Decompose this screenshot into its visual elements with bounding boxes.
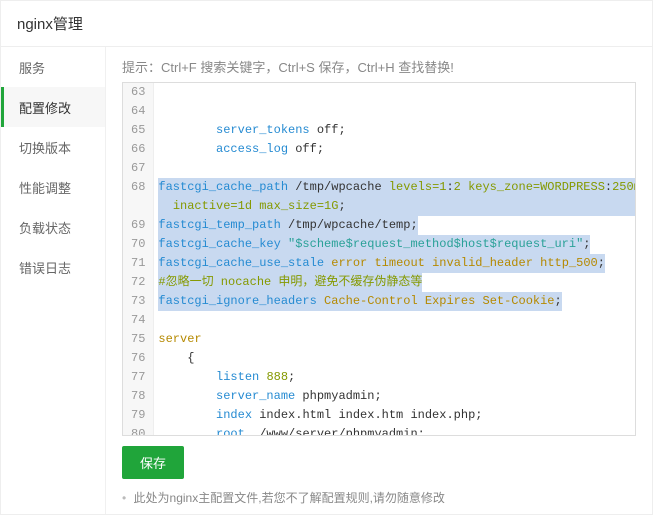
sidebar-item[interactable]: 负载状态: [1, 207, 105, 247]
code-line[interactable]: [158, 159, 636, 178]
line-number-gutter: 63646566676869707172737475767778798081: [123, 83, 154, 436]
page-title: nginx管理: [1, 1, 652, 47]
hint-text: 提示：Ctrl+F 搜索关键字，Ctrl+S 保存，Ctrl+H 查找替换!: [122, 57, 636, 76]
code-line[interactable]: {: [158, 349, 636, 368]
code-area[interactable]: server_tokens off; access_log off; fastcg…: [154, 83, 636, 436]
code-line[interactable]: [158, 102, 636, 121]
code-line[interactable]: [158, 311, 636, 330]
code-line[interactable]: server: [158, 330, 636, 349]
sidebar-item[interactable]: 错误日志: [1, 247, 105, 287]
code-line[interactable]: inactive=1d max_size=1G;: [158, 197, 636, 216]
code-line[interactable]: server_name phpmyadmin;: [158, 387, 636, 406]
code-line[interactable]: #忽略一切 nocache 申明，避免不缓存伪静态等: [158, 273, 636, 292]
code-line[interactable]: fastcgi_temp_path /tmp/wpcache/temp;: [158, 216, 636, 235]
sidebar-item[interactable]: 性能调整: [1, 167, 105, 207]
sidebar-item[interactable]: 配置修改: [1, 87, 105, 127]
code-editor[interactable]: 63646566676869707172737475767778798081 s…: [122, 82, 636, 436]
code-line[interactable]: fastcgi_cache_use_stale error timeout in…: [158, 254, 636, 273]
code-line[interactable]: index index.html index.htm index.php;: [158, 406, 636, 425]
code-line[interactable]: root /www/server/phpmyadmin;: [158, 425, 636, 436]
code-line[interactable]: server_tokens off;: [158, 121, 636, 140]
footer-note: 此处为nginx主配置文件,若您不了解配置规则,请勿随意修改: [122, 485, 636, 506]
sidebar: 服务配置修改切换版本性能调整负载状态错误日志: [1, 47, 106, 514]
code-line[interactable]: [158, 83, 636, 102]
code-line[interactable]: access_log off;: [158, 140, 636, 159]
save-button[interactable]: 保存: [122, 446, 184, 479]
code-line[interactable]: listen 888;: [158, 368, 636, 387]
sidebar-item[interactable]: 服务: [1, 47, 105, 87]
code-line[interactable]: fastcgi_cache_key "$scheme$request_metho…: [158, 235, 636, 254]
code-line[interactable]: fastcgi_cache_path /tmp/wpcache levels=1…: [158, 178, 636, 197]
code-line[interactable]: fastcgi_ignore_headers Cache-Control Exp…: [158, 292, 636, 311]
sidebar-item[interactable]: 切换版本: [1, 127, 105, 167]
